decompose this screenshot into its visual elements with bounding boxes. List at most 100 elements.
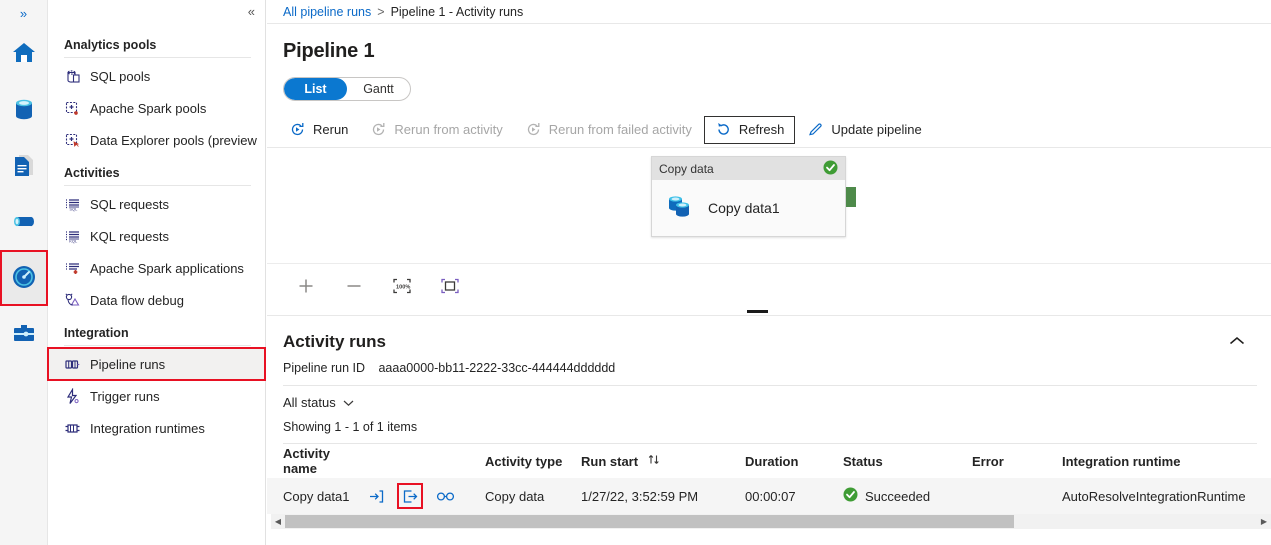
left-icon-rail: » — [0, 0, 48, 545]
home-icon — [11, 40, 37, 69]
svg-text:SQL: SQL — [69, 206, 78, 211]
sidebar-item-label: Trigger runs — [90, 388, 160, 404]
rail-item-integrate[interactable] — [0, 194, 48, 250]
divider — [64, 185, 251, 186]
details-glasses-icon[interactable] — [435, 486, 455, 506]
rerun-from-activity-icon — [370, 121, 387, 138]
apache-spark-pools-icon — [64, 100, 81, 117]
scroll-right-arrow[interactable]: ▶ — [1257, 517, 1271, 526]
refresh-button[interactable]: Refresh — [703, 115, 796, 144]
canvas-splitter[interactable] — [267, 307, 1271, 316]
showing-count: Showing 1 - 1 of 1 items — [283, 420, 418, 434]
sidebar-item-apache-spark-pools[interactable]: Apache Spark pools — [48, 92, 265, 124]
cell-activity-name: Copy data1 — [283, 488, 350, 504]
activity-node-type-label: Copy data — [659, 161, 714, 176]
sidebar-item-kql-requests[interactable]: KQL KQL requests — [48, 220, 265, 252]
activity-runs-title: Activity runs — [283, 331, 386, 351]
sidebar-item-data-explorer-pools[interactable]: Data Explorer pools (preview) — [48, 124, 265, 156]
command-label: Rerun — [313, 122, 349, 137]
column-header-run-start-label: Run start — [581, 453, 639, 469]
tab-list[interactable]: List — [284, 78, 347, 100]
scrollbar-track[interactable] — [285, 514, 1257, 529]
view-mode-pivot: List Gantt — [283, 77, 411, 101]
cell-row-actions — [365, 483, 485, 509]
tab-gantt[interactable]: Gantt — [347, 78, 410, 100]
sidebar-item-integration-runtimes[interactable]: Integration runtimes — [48, 412, 265, 444]
rail-item-manage[interactable] — [0, 306, 48, 362]
table-row[interactable]: Copy data1 Copy data 1/27/22, 3:52:59 PM… — [267, 478, 1271, 514]
table-header-row: Activity name Activity type Run start Du… — [267, 444, 1271, 478]
main-content: All pipeline runs > Pipeline 1 - Activit… — [267, 0, 1271, 545]
zoom-out-icon[interactable] — [343, 275, 365, 297]
rerun-from-failed-activity-button[interactable]: Rerun from failed activity — [515, 116, 702, 144]
zoom-to-100-icon[interactable]: 100% — [391, 275, 413, 297]
status-success-icon — [843, 487, 858, 505]
status-filter-dropdown[interactable]: All status — [267, 386, 354, 410]
rail-item-data[interactable] — [0, 82, 48, 138]
navigation-panel: « Analytics pools SQL pools Apache Spark… — [47, 0, 266, 545]
horizontal-scrollbar[interactable]: ◀ ▶ — [271, 514, 1271, 529]
sql-pools-icon — [64, 68, 81, 85]
scroll-left-arrow[interactable]: ◀ — [271, 517, 285, 526]
column-header-integration-runtime[interactable]: Integration runtime — [1062, 454, 1271, 469]
collapse-panel-button[interactable]: « — [248, 4, 255, 19]
cell-integration-runtime: AutoResolveIntegrationRuntime — [1062, 488, 1246, 504]
divider — [283, 385, 1257, 386]
pipeline-canvas[interactable]: Copy data Copy data1 — [267, 148, 1271, 263]
pipeline-icon — [11, 208, 37, 237]
status-badge: Succeeded — [865, 488, 931, 504]
fit-to-screen-icon[interactable] — [439, 275, 461, 297]
node-output-connector[interactable] — [846, 187, 856, 207]
activity-node-body: Copy data1 — [652, 180, 845, 236]
zoom-in-icon[interactable] — [295, 275, 317, 297]
sidebar-item-data-flow-debug[interactable]: Data flow debug — [48, 284, 265, 316]
nav-group-title-activities: Activities — [64, 166, 120, 180]
breadcrumb-all-pipeline-runs[interactable]: All pipeline runs — [283, 5, 371, 19]
sidebar-item-label: SQL pools — [90, 68, 151, 84]
cell-run-start: 1/27/22, 3:52:59 PM — [581, 488, 699, 504]
column-header-activity-type[interactable]: Activity type — [485, 454, 581, 469]
rerun-button[interactable]: Rerun — [279, 116, 358, 144]
status-filter-label: All status — [283, 395, 336, 410]
chevron-down-icon — [343, 395, 354, 410]
data-explorer-pools-icon — [64, 132, 81, 149]
sidebar-item-trigger-runs[interactable]: Trigger runs — [48, 380, 265, 412]
sidebar-item-label: SQL requests — [90, 196, 170, 212]
sidebar-item-label: Apache Spark applications — [90, 260, 244, 276]
column-header-error[interactable]: Error — [972, 454, 1062, 469]
rail-item-monitor[interactable] — [0, 250, 48, 306]
update-pipeline-button[interactable]: Update pipeline — [797, 116, 931, 144]
sidebar-item-sql-requests[interactable]: SQL SQL requests — [48, 188, 265, 220]
success-check-icon — [823, 160, 838, 178]
chevron-up-icon[interactable] — [1219, 330, 1255, 353]
rerun-from-activity-button[interactable]: Rerun from activity — [360, 116, 512, 144]
sort-arrows-icon[interactable] — [647, 453, 661, 469]
nav-group-title-integration: Integration — [64, 326, 129, 340]
column-header-status[interactable]: Status — [843, 454, 972, 469]
sidebar-item-apache-spark-applications[interactable]: Apache Spark applications — [48, 252, 265, 284]
activity-node-copy-data1[interactable]: Copy data Copy data1 — [651, 156, 846, 237]
rail-item-home[interactable] — [0, 26, 48, 82]
document-icon — [11, 152, 37, 181]
column-header-run-start[interactable]: Run start — [581, 453, 745, 469]
cell-status: Succeeded — [843, 487, 972, 505]
sidebar-item-sql-pools[interactable]: SQL pools — [48, 60, 265, 92]
command-label: Rerun from failed activity — [548, 122, 692, 137]
column-header-activity-name[interactable]: Activity name — [283, 446, 365, 476]
expand-rail-button[interactable]: » — [0, 0, 48, 26]
command-label: Update pipeline — [831, 122, 922, 137]
rerun-icon — [289, 121, 306, 138]
rail-item-develop[interactable] — [0, 138, 48, 194]
sidebar-item-pipeline-runs[interactable]: Pipeline runs — [47, 347, 266, 381]
scrollbar-thumb[interactable] — [285, 515, 1014, 528]
apache-spark-applications-icon — [64, 260, 81, 277]
output-icon[interactable] — [397, 483, 423, 509]
command-bar: Rerun Rerun from activity Rerun from fai… — [267, 112, 1271, 148]
rerun-from-failed-activity-icon — [525, 121, 542, 138]
input-icon[interactable] — [365, 486, 385, 506]
splitter-grip[interactable] — [747, 310, 768, 313]
sidebar-item-label: Integration runtimes — [90, 420, 205, 436]
activity-node-header: Copy data — [652, 157, 845, 180]
column-header-duration[interactable]: Duration — [745, 454, 843, 469]
toolbox-icon — [11, 320, 37, 349]
